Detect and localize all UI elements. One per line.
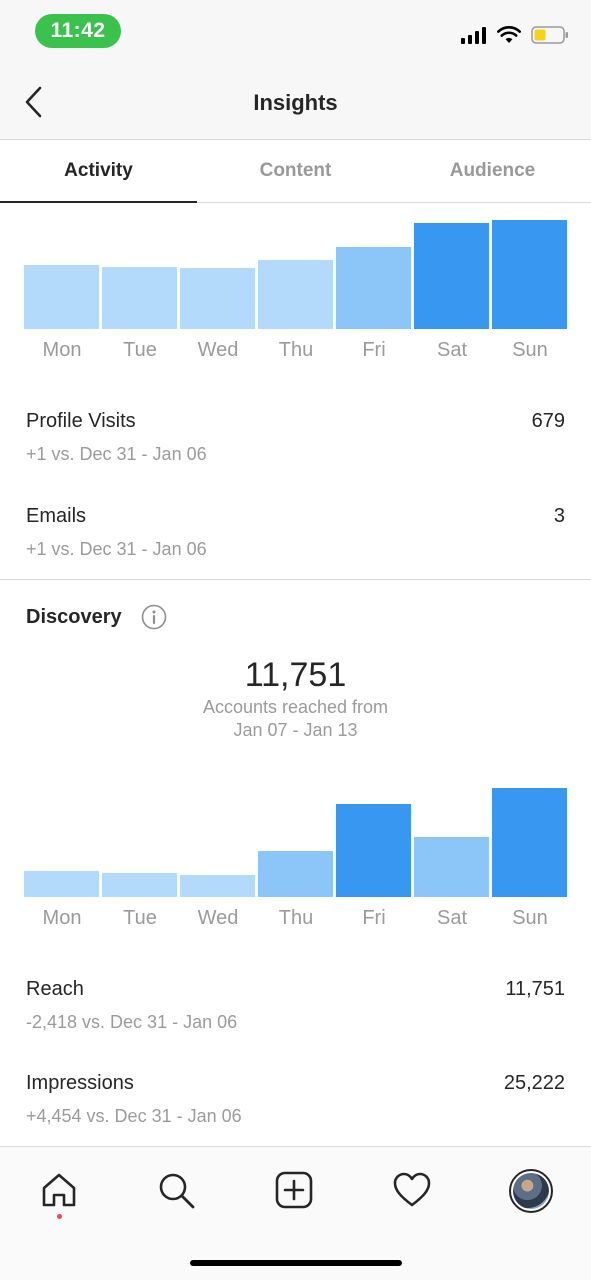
- nav-search-button[interactable]: [153, 1167, 199, 1213]
- metric-title: Profile Visits: [26, 410, 136, 432]
- bar-thu: [258, 851, 333, 897]
- day-label-mon: Mon: [42, 339, 82, 361]
- day-label-sun: Sun: [512, 339, 548, 361]
- avatar-image: [513, 1173, 549, 1209]
- bar-mon: [24, 871, 99, 897]
- day-label-tue: Tue: [123, 907, 157, 929]
- status-icons: [461, 22, 569, 48]
- day-label-thu: Thu: [278, 907, 314, 929]
- day-label-tue: Tue: [123, 339, 157, 361]
- tab-content[interactable]: Content: [197, 140, 394, 202]
- tab-activity[interactable]: Activity: [0, 140, 197, 203]
- discovery-title: Discovery: [26, 606, 122, 628]
- search-icon: [159, 1173, 195, 1209]
- day-label-sat: Sat: [436, 339, 468, 361]
- page-title: Insights: [253, 90, 338, 115]
- metric-comparison: +4,454 vs. Dec 31 - Jan 06: [26, 1106, 242, 1126]
- cellular-signal-icon: [461, 27, 486, 44]
- day-label-wed: Wed: [197, 339, 239, 361]
- bar-sun: [492, 220, 567, 329]
- bar-tue: [102, 873, 177, 897]
- day-label-wed: Wed: [197, 907, 239, 929]
- insights-tabs: Activity Content Audience: [0, 140, 591, 203]
- day-label-fri: Fri: [362, 907, 386, 929]
- tab-audience[interactable]: Audience: [394, 140, 591, 202]
- interactions-chart: Mon Tue Wed Thu Fri Sat Sun: [24, 220, 568, 370]
- wifi-icon: [497, 26, 521, 43]
- reach-caption-line2: Jan 07 - Jan 13: [233, 720, 358, 740]
- bar-sat: [414, 837, 489, 897]
- bar-tue: [102, 267, 177, 329]
- metric-reach: Reach 11,751 -2,418 vs. Dec 31 - Jan 06: [26, 978, 565, 1038]
- bar-mon: [24, 265, 99, 329]
- bar-fri: [336, 247, 411, 329]
- metric-value: 25,222: [503, 1072, 565, 1094]
- metric-comparison: +1 vs. Dec 31 - Jan 06: [26, 444, 207, 464]
- metric-comparison: -2,418 vs. Dec 31 - Jan 06: [26, 1012, 238, 1032]
- nav-new-post-button[interactable]: [271, 1167, 317, 1213]
- metric-value: 11,751: [505, 978, 565, 1000]
- plus-square-icon: [275, 1171, 313, 1209]
- heart-icon: [393, 1172, 431, 1207]
- home-icon: [42, 1173, 76, 1207]
- metric-profile-visits: Profile Visits 679 +1 vs. Dec 31 - Jan 0…: [26, 410, 565, 470]
- bar-wed: [180, 875, 255, 897]
- nav-home-button[interactable]: [36, 1167, 82, 1213]
- bar-sat: [414, 223, 489, 329]
- metric-comparison: +1 vs. Dec 31 - Jan 06: [26, 539, 207, 559]
- bar-thu: [258, 260, 333, 329]
- day-label-thu: Thu: [278, 339, 314, 361]
- reach-total: 11,751: [244, 656, 347, 694]
- metric-emails: Emails 3 +1 vs. Dec 31 - Jan 06: [26, 505, 565, 565]
- metric-value: 679: [531, 410, 565, 432]
- header-area: 11:42 Insights: [0, 0, 591, 140]
- metric-title: Emails: [26, 505, 87, 527]
- metric-title: Impressions: [26, 1072, 134, 1094]
- day-label-sun: Sun: [512, 907, 548, 929]
- bar-sun: [492, 788, 567, 897]
- interactions-bars: [24, 220, 568, 329]
- battery-icon: [531, 26, 568, 44]
- bar-fri: [336, 804, 411, 897]
- day-label-mon: Mon: [42, 907, 82, 929]
- status-time: 11:42: [35, 14, 121, 48]
- avatar[interactable]: [509, 1169, 553, 1213]
- home-indicator: [190, 1260, 402, 1266]
- day-label-sat: Sat: [436, 907, 468, 929]
- discovery-chart: Mon Tue Wed Thu Fri Sat Sun: [24, 788, 568, 938]
- metric-impressions: Impressions 25,222 +4,454 vs. Dec 31 - J…: [26, 1072, 565, 1132]
- metric-value: 3: [553, 505, 565, 527]
- notification-dot: [57, 1214, 62, 1219]
- metric-title: Reach: [26, 978, 84, 1000]
- bar-wed: [180, 268, 255, 329]
- day-label-fri: Fri: [362, 339, 386, 361]
- nav-activity-button[interactable]: [389, 1167, 435, 1213]
- section-divider: [0, 579, 591, 580]
- info-circle-icon[interactable]: [141, 604, 167, 630]
- discovery-bars: [24, 788, 568, 897]
- reach-caption-line1: Accounts reached from: [202, 697, 389, 717]
